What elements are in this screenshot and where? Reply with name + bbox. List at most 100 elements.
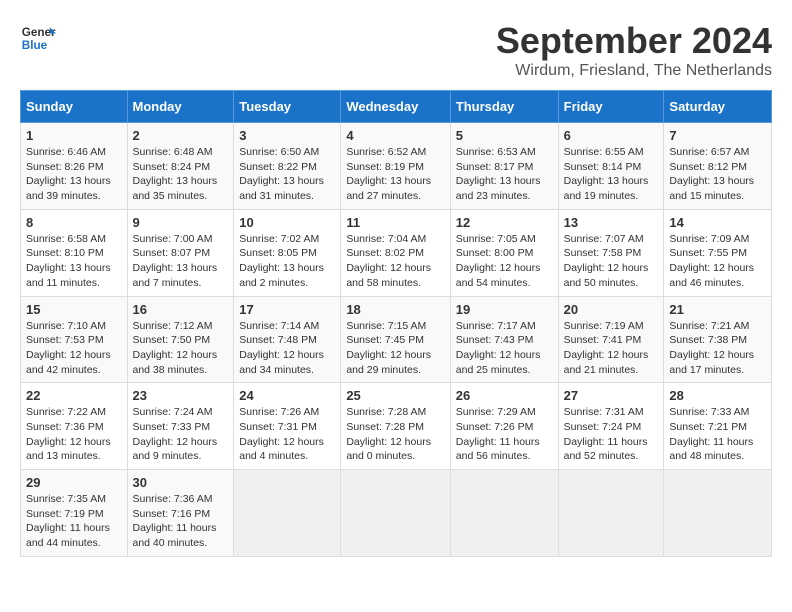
- cell-info: Sunrise: 7:24 AMSunset: 7:33 PMDaylight:…: [133, 406, 218, 462]
- cell-info: Sunrise: 7:07 AMSunset: 7:58 PMDaylight:…: [564, 233, 649, 289]
- calendar-cell: 18 Sunrise: 7:15 AMSunset: 7:45 PMDaylig…: [341, 296, 450, 383]
- calendar-cell: 26 Sunrise: 7:29 AMSunset: 7:26 PMDaylig…: [450, 383, 558, 470]
- cell-info: Sunrise: 7:21 AMSunset: 7:38 PMDaylight:…: [669, 320, 754, 376]
- calendar-cell: 16 Sunrise: 7:12 AMSunset: 7:50 PMDaylig…: [127, 296, 234, 383]
- calendar-cell: 28 Sunrise: 7:33 AMSunset: 7:21 PMDaylig…: [664, 383, 772, 470]
- cell-info: Sunrise: 6:48 AMSunset: 8:24 PMDaylight:…: [133, 146, 218, 202]
- day-number: 27: [564, 388, 659, 403]
- calendar-cell: 21 Sunrise: 7:21 AMSunset: 7:38 PMDaylig…: [664, 296, 772, 383]
- day-number: 14: [669, 215, 766, 230]
- day-number: 28: [669, 388, 766, 403]
- calendar-cell: [558, 470, 664, 557]
- day-number: 5: [456, 128, 553, 143]
- day-number: 29: [26, 475, 122, 490]
- calendar-cell: 4 Sunrise: 6:52 AMSunset: 8:19 PMDayligh…: [341, 123, 450, 210]
- calendar-cell: 30 Sunrise: 7:36 AMSunset: 7:16 PMDaylig…: [127, 470, 234, 557]
- cell-info: Sunrise: 6:57 AMSunset: 8:12 PMDaylight:…: [669, 146, 754, 202]
- calendar-week-row: 29 Sunrise: 7:35 AMSunset: 7:19 PMDaylig…: [21, 470, 772, 557]
- calendar-cell: 22 Sunrise: 7:22 AMSunset: 7:36 PMDaylig…: [21, 383, 128, 470]
- day-number: 25: [346, 388, 444, 403]
- location-title: Wirdum, Friesland, The Netherlands: [496, 62, 772, 80]
- day-number: 19: [456, 302, 553, 317]
- calendar-cell: 27 Sunrise: 7:31 AMSunset: 7:24 PMDaylig…: [558, 383, 664, 470]
- calendar-cell: 23 Sunrise: 7:24 AMSunset: 7:33 PMDaylig…: [127, 383, 234, 470]
- weekday-header-row: SundayMondayTuesdayWednesdayThursdayFrid…: [21, 91, 772, 123]
- svg-text:Blue: Blue: [22, 39, 48, 52]
- cell-info: Sunrise: 7:00 AMSunset: 8:07 PMDaylight:…: [133, 233, 218, 289]
- cell-info: Sunrise: 7:35 AMSunset: 7:19 PMDaylight:…: [26, 493, 110, 549]
- day-number: 24: [239, 388, 335, 403]
- calendar-cell: 3 Sunrise: 6:50 AMSunset: 8:22 PMDayligh…: [234, 123, 341, 210]
- calendar-cell: [450, 470, 558, 557]
- calendar-week-row: 8 Sunrise: 6:58 AMSunset: 8:10 PMDayligh…: [21, 209, 772, 296]
- day-number: 23: [133, 388, 229, 403]
- calendar-week-row: 1 Sunrise: 6:46 AMSunset: 8:26 PMDayligh…: [21, 123, 772, 210]
- weekday-header-tuesday: Tuesday: [234, 91, 341, 123]
- day-number: 16: [133, 302, 229, 317]
- calendar-cell: 6 Sunrise: 6:55 AMSunset: 8:14 PMDayligh…: [558, 123, 664, 210]
- weekday-header-wednesday: Wednesday: [341, 91, 450, 123]
- cell-info: Sunrise: 7:10 AMSunset: 7:53 PMDaylight:…: [26, 320, 111, 376]
- calendar-cell: 25 Sunrise: 7:28 AMSunset: 7:28 PMDaylig…: [341, 383, 450, 470]
- day-number: 6: [564, 128, 659, 143]
- cell-info: Sunrise: 7:12 AMSunset: 7:50 PMDaylight:…: [133, 320, 218, 376]
- day-number: 11: [346, 215, 444, 230]
- day-number: 10: [239, 215, 335, 230]
- day-number: 15: [26, 302, 122, 317]
- weekday-header-monday: Monday: [127, 91, 234, 123]
- day-number: 3: [239, 128, 335, 143]
- cell-info: Sunrise: 6:55 AMSunset: 8:14 PMDaylight:…: [564, 146, 649, 202]
- cell-info: Sunrise: 7:29 AMSunset: 7:26 PMDaylight:…: [456, 406, 540, 462]
- day-number: 8: [26, 215, 122, 230]
- calendar-cell: 15 Sunrise: 7:10 AMSunset: 7:53 PMDaylig…: [21, 296, 128, 383]
- cell-info: Sunrise: 6:53 AMSunset: 8:17 PMDaylight:…: [456, 146, 541, 202]
- cell-info: Sunrise: 7:02 AMSunset: 8:05 PMDaylight:…: [239, 233, 324, 289]
- calendar-cell: 17 Sunrise: 7:14 AMSunset: 7:48 PMDaylig…: [234, 296, 341, 383]
- cell-info: Sunrise: 7:15 AMSunset: 7:45 PMDaylight:…: [346, 320, 431, 376]
- cell-info: Sunrise: 7:17 AMSunset: 7:43 PMDaylight:…: [456, 320, 541, 376]
- calendar-table: SundayMondayTuesdayWednesdayThursdayFrid…: [20, 90, 772, 557]
- weekday-header-sunday: Sunday: [21, 91, 128, 123]
- cell-info: Sunrise: 6:58 AMSunset: 8:10 PMDaylight:…: [26, 233, 111, 289]
- day-number: 1: [26, 128, 122, 143]
- day-number: 30: [133, 475, 229, 490]
- cell-info: Sunrise: 7:09 AMSunset: 7:55 PMDaylight:…: [669, 233, 754, 289]
- calendar-cell: 13 Sunrise: 7:07 AMSunset: 7:58 PMDaylig…: [558, 209, 664, 296]
- cell-info: Sunrise: 6:50 AMSunset: 8:22 PMDaylight:…: [239, 146, 324, 202]
- cell-info: Sunrise: 7:33 AMSunset: 7:21 PMDaylight:…: [669, 406, 753, 462]
- month-title: September 2024: [496, 20, 772, 62]
- cell-info: Sunrise: 6:52 AMSunset: 8:19 PMDaylight:…: [346, 146, 431, 202]
- cell-info: Sunrise: 7:31 AMSunset: 7:24 PMDaylight:…: [564, 406, 648, 462]
- weekday-header-saturday: Saturday: [664, 91, 772, 123]
- calendar-cell: 29 Sunrise: 7:35 AMSunset: 7:19 PMDaylig…: [21, 470, 128, 557]
- day-number: 2: [133, 128, 229, 143]
- weekday-header-thursday: Thursday: [450, 91, 558, 123]
- day-number: 21: [669, 302, 766, 317]
- calendar-cell: 7 Sunrise: 6:57 AMSunset: 8:12 PMDayligh…: [664, 123, 772, 210]
- calendar-cell: 19 Sunrise: 7:17 AMSunset: 7:43 PMDaylig…: [450, 296, 558, 383]
- cell-info: Sunrise: 7:05 AMSunset: 8:00 PMDaylight:…: [456, 233, 541, 289]
- title-area: September 2024 Wirdum, Friesland, The Ne…: [496, 20, 772, 80]
- day-number: 9: [133, 215, 229, 230]
- day-number: 26: [456, 388, 553, 403]
- cell-info: Sunrise: 7:28 AMSunset: 7:28 PMDaylight:…: [346, 406, 431, 462]
- day-number: 7: [669, 128, 766, 143]
- calendar-cell: 12 Sunrise: 7:05 AMSunset: 8:00 PMDaylig…: [450, 209, 558, 296]
- weekday-header-friday: Friday: [558, 91, 664, 123]
- calendar-cell: 5 Sunrise: 6:53 AMSunset: 8:17 PMDayligh…: [450, 123, 558, 210]
- day-number: 4: [346, 128, 444, 143]
- cell-info: Sunrise: 7:04 AMSunset: 8:02 PMDaylight:…: [346, 233, 431, 289]
- day-number: 20: [564, 302, 659, 317]
- calendar-cell: [664, 470, 772, 557]
- cell-info: Sunrise: 7:26 AMSunset: 7:31 PMDaylight:…: [239, 406, 324, 462]
- cell-info: Sunrise: 6:46 AMSunset: 8:26 PMDaylight:…: [26, 146, 111, 202]
- calendar-cell: 14 Sunrise: 7:09 AMSunset: 7:55 PMDaylig…: [664, 209, 772, 296]
- calendar-cell: 20 Sunrise: 7:19 AMSunset: 7:41 PMDaylig…: [558, 296, 664, 383]
- day-number: 22: [26, 388, 122, 403]
- header: General Blue September 2024 Wirdum, Frie…: [20, 20, 772, 80]
- calendar-cell: 10 Sunrise: 7:02 AMSunset: 8:05 PMDaylig…: [234, 209, 341, 296]
- calendar-cell: [341, 470, 450, 557]
- cell-info: Sunrise: 7:14 AMSunset: 7:48 PMDaylight:…: [239, 320, 324, 376]
- cell-info: Sunrise: 7:22 AMSunset: 7:36 PMDaylight:…: [26, 406, 111, 462]
- calendar-week-row: 22 Sunrise: 7:22 AMSunset: 7:36 PMDaylig…: [21, 383, 772, 470]
